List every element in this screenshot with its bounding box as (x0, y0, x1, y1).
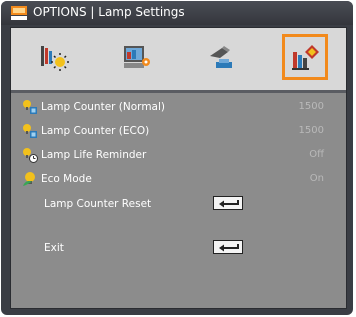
menu-item-label: Lamp Life Reminder (41, 149, 147, 161)
options-icon (292, 45, 319, 70)
menu-item-lamp-life-reminder[interactable]: Lamp Life Reminder Off (11, 145, 346, 165)
menu-item-lamp-counter-normal[interactable]: Lamp Counter (Normal) 1500 (11, 97, 346, 117)
menu-item-label: Lamp Counter Reset (44, 198, 152, 210)
enter-icon (219, 200, 239, 208)
menu-item-value: 1500 (298, 101, 324, 112)
menu-item-exit[interactable]: Exit (11, 238, 346, 258)
tab-bar (11, 28, 346, 93)
tab-options[interactable] (282, 34, 328, 80)
lamp-reminder-icon (23, 148, 38, 163)
title-bar: OPTIONS | Lamp Settings (1, 1, 353, 25)
menu-item-value: Off (309, 149, 324, 160)
menu-item-lamp-counter-reset[interactable]: Lamp Counter Reset (11, 194, 346, 214)
tab-setup[interactable] (198, 34, 244, 80)
enter-button[interactable] (213, 196, 243, 210)
display-settings-icon (124, 46, 150, 68)
window-title: OPTIONS | Lamp Settings (33, 5, 185, 19)
enter-icon (219, 244, 239, 252)
lamp-counter-eco-icon (23, 124, 37, 138)
tab-image-settings[interactable] (31, 34, 77, 80)
menu-item-label: Lamp Counter (ECO) (41, 125, 150, 137)
menu-item-value: 1500 (298, 125, 324, 136)
menu-item-label: Eco Mode (41, 173, 92, 185)
setup-icon (210, 46, 232, 68)
options-menu-icon (11, 6, 27, 20)
menu-item-label: Exit (44, 242, 64, 254)
menu-item-lamp-counter-eco[interactable]: Lamp Counter (ECO) 1500 (11, 121, 346, 141)
enter-button[interactable] (213, 240, 243, 254)
image-settings-icon (41, 46, 69, 71)
eco-mode-icon (23, 172, 35, 186)
menu-item-label: Lamp Counter (Normal) (41, 101, 165, 113)
menu-item-value: On (309, 173, 324, 184)
osd-window: OPTIONS | Lamp Settings Lamp Counter (No… (1, 1, 353, 315)
lamp-counter-icon (23, 100, 37, 114)
menu-panel: Lamp Counter (Normal) 1500 Lamp Counter … (10, 27, 347, 309)
tab-display-settings[interactable] (114, 34, 160, 80)
menu-item-eco-mode[interactable]: Eco Mode On (11, 169, 346, 189)
